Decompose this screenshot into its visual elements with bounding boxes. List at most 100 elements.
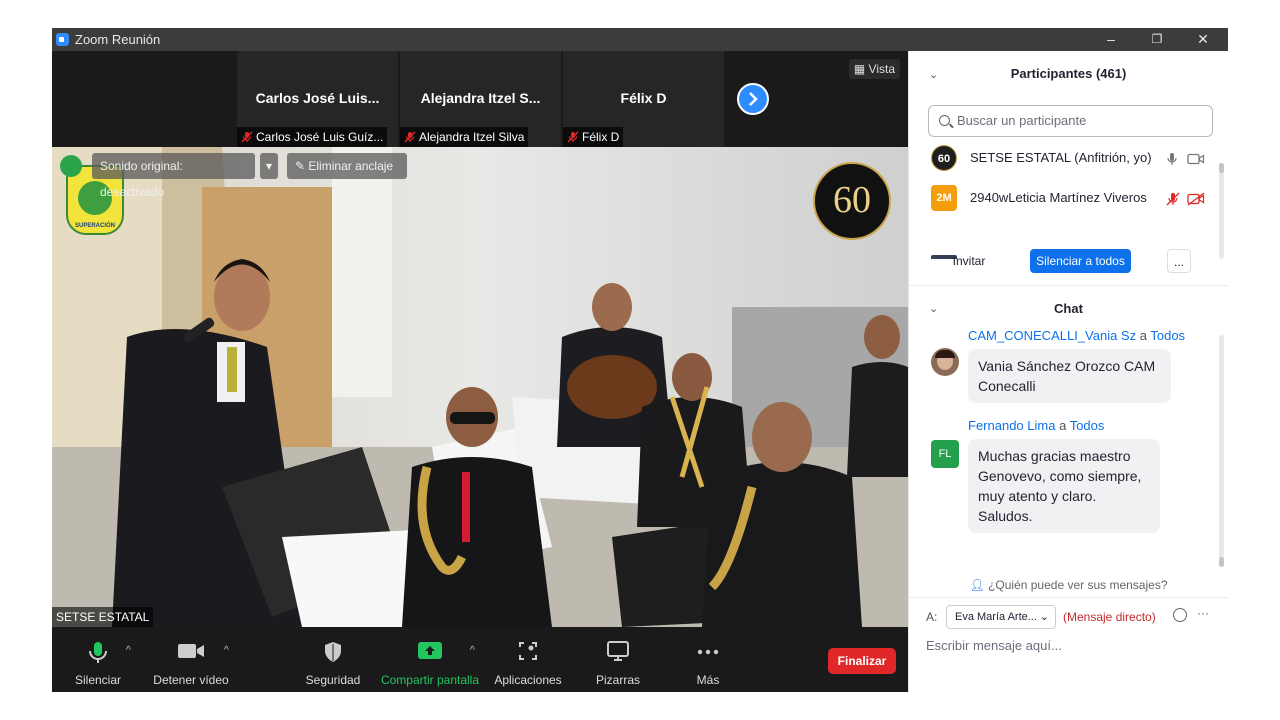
- chevron-right-icon: [749, 92, 758, 106]
- participant-name: 2940wLeticia Martínez Viveros: [970, 190, 1147, 205]
- sender-target: Todos: [1069, 418, 1105, 433]
- chat-line: muy atento y claro.: [978, 488, 1097, 504]
- participants-more-button[interactable]: ...: [1167, 249, 1191, 273]
- to-label: A:: [926, 610, 938, 624]
- security-button[interactable]: Seguridad: [300, 627, 366, 692]
- tile-name: Alejandra Itzel S...: [420, 90, 541, 106]
- chat-message: Muchas gracias maestro Genovevo, como si…: [968, 439, 1160, 533]
- next-page-button[interactable]: [737, 83, 769, 115]
- video-area: Carlos José Luis... Carlos José Luis Guí…: [52, 51, 908, 692]
- view-button[interactable]: ▦ Vista: [848, 59, 900, 79]
- side-panel: ⌄ Participantes (461) Buscar un particip…: [908, 51, 1228, 692]
- sender-to: a: [1059, 418, 1067, 433]
- shield-icon: [325, 642, 341, 662]
- avatar: FL: [931, 440, 959, 468]
- tile-footer-name: Félix D: [582, 130, 620, 144]
- more-dots-icon: [697, 649, 719, 655]
- shield-check-icon: [60, 155, 82, 177]
- microphone-icon[interactable]: [1166, 152, 1178, 166]
- tile-footer: Alejandra Itzel Silva: [400, 127, 529, 147]
- scrollbar-thumb[interactable]: [1219, 557, 1224, 567]
- chat-message: Vania Sánchez Orozco CAM Conecalli: [968, 349, 1171, 403]
- tile-footer-name: Carlos José Luis Guíz...: [256, 130, 384, 144]
- avatar: 60: [931, 145, 957, 171]
- mic-muted-icon: [241, 131, 253, 143]
- restore-button[interactable]: ❐: [1134, 28, 1180, 51]
- participants-scrollbar[interactable]: [1219, 163, 1224, 259]
- logo-text: SUPERACIÓN: [74, 223, 115, 229]
- end-meeting-button[interactable]: Finalizar: [828, 648, 896, 674]
- who-can-see-link[interactable]: 👤︎ ¿Quién puede ver sus mensajes?: [909, 578, 1228, 592]
- mic-muted-icon[interactable]: [1166, 192, 1180, 206]
- avatar: [931, 348, 959, 376]
- participants-title: Participantes (461): [1010, 66, 1127, 81]
- share-screen-label: Compartir pantalla: [380, 673, 480, 687]
- title-bar: Zoom Reunión – ❐ ✕: [52, 28, 1228, 51]
- close-button[interactable]: ✕: [1180, 28, 1226, 51]
- mute-label: Silenciar: [74, 673, 122, 687]
- stop-video-button[interactable]: Detener vídeo: [148, 627, 234, 692]
- share-screen-icon: [418, 642, 442, 659]
- meeting-toolbar: Silenciar ^ Detener vídeo ^ Seguridad Co…: [52, 627, 908, 692]
- participant-tile[interactable]: Alejandra Itzel S... Alejandra Itzel Sil…: [400, 51, 561, 147]
- avatar: 2M: [931, 185, 957, 211]
- sender-name[interactable]: CAM_CONECALLI_Vania Sz: [968, 328, 1136, 343]
- sender-name[interactable]: Fernando Lima: [968, 418, 1055, 433]
- apps-button[interactable]: Aplicaciones: [492, 627, 564, 692]
- original-sound-dropdown[interactable]: ▾: [260, 153, 278, 179]
- whiteboard-icon: [607, 641, 629, 661]
- more-button[interactable]: Más: [682, 627, 734, 692]
- video-off-icon[interactable]: [1187, 192, 1205, 206]
- chat-sender: Fernando Lima a Todos: [968, 418, 1104, 433]
- tile-footer: Carlos José Luis Guíz...: [237, 127, 388, 147]
- participant-row[interactable]: 60 SETSE ESTATAL (Anfitrión, yo): [909, 139, 1219, 179]
- apps-icon: [519, 642, 537, 660]
- chat-line: Muchas gracias maestro: [978, 448, 1131, 464]
- participant-tile[interactable]: Félix D Félix D: [563, 51, 724, 147]
- video-camera-icon[interactable]: [1187, 153, 1205, 165]
- chevron-down-icon: ⌄: [1039, 611, 1049, 623]
- pin-icon: ✎: [295, 159, 309, 173]
- mic-muted-icon: [567, 131, 579, 143]
- anniversary-number: 60: [833, 179, 871, 221]
- microphone-icon: [89, 642, 107, 663]
- participant-tile[interactable]: Carlos José Luis... Carlos José Luis Guí…: [237, 51, 398, 147]
- apps-label: Aplicaciones: [494, 673, 562, 687]
- person-lock-icon: 👤︎: [969, 578, 989, 592]
- view-label: Vista: [868, 62, 895, 76]
- recipient-value: Eva María Arte...: [955, 611, 1037, 623]
- participant-strip: Carlos José Luis... Carlos José Luis Guí…: [52, 51, 908, 147]
- tile-name: Félix D: [620, 90, 667, 106]
- video-options-caret[interactable]: ^: [224, 645, 229, 656]
- chat-more-icon[interactable]: ···: [1197, 606, 1209, 620]
- minimize-button[interactable]: –: [1088, 28, 1134, 51]
- original-sound-button[interactable]: Sonido original: desactivado: [92, 153, 255, 199]
- participant-search-input[interactable]: Buscar un participante: [928, 105, 1213, 137]
- emoji-icon[interactable]: [1173, 608, 1187, 622]
- zoom-logo-icon: [56, 33, 69, 46]
- chat-title: Chat: [1054, 301, 1083, 316]
- share-options-caret[interactable]: ^: [470, 645, 475, 656]
- participant-name: SETSE ESTATAL (Anfitrión, yo): [970, 150, 1152, 165]
- search-placeholder: Buscar un participante: [957, 113, 1087, 128]
- anniversary-badge: 60: [813, 162, 891, 240]
- recipient-select[interactable]: Eva María Arte... ⌄: [946, 605, 1056, 629]
- chat-input[interactable]: Escribir mensaje aquí...: [926, 638, 1062, 653]
- invite-button[interactable]: Invitar: [946, 249, 992, 273]
- mute-all-button[interactable]: Silenciar a todos: [1030, 249, 1131, 273]
- tile-footer-name: Alejandra Itzel Silva: [419, 130, 525, 144]
- share-screen-button[interactable]: Compartir pantalla: [378, 627, 482, 692]
- whiteboards-button[interactable]: Pizarras: [588, 627, 648, 692]
- window-title: Zoom Reunión: [75, 32, 161, 47]
- more-label: Más: [696, 673, 720, 687]
- stop-video-label: Detener vídeo: [153, 673, 229, 687]
- who-can-see-label: ¿Quién puede ver sus mensajes?: [988, 578, 1168, 592]
- audio-options-caret[interactable]: ^: [126, 645, 131, 656]
- mic-muted-icon: [404, 131, 416, 143]
- speaker-name-label: SETSE ESTATAL: [52, 607, 154, 627]
- unpin-button[interactable]: ✎ Eliminar anclaje: [287, 153, 407, 179]
- scrollbar-thumb[interactable]: [1219, 163, 1224, 173]
- participant-row[interactable]: 2M 2940wLeticia Martínez Viveros: [909, 179, 1219, 219]
- mute-button[interactable]: Silenciar: [64, 627, 132, 692]
- chat-scrollbar[interactable]: [1219, 335, 1224, 567]
